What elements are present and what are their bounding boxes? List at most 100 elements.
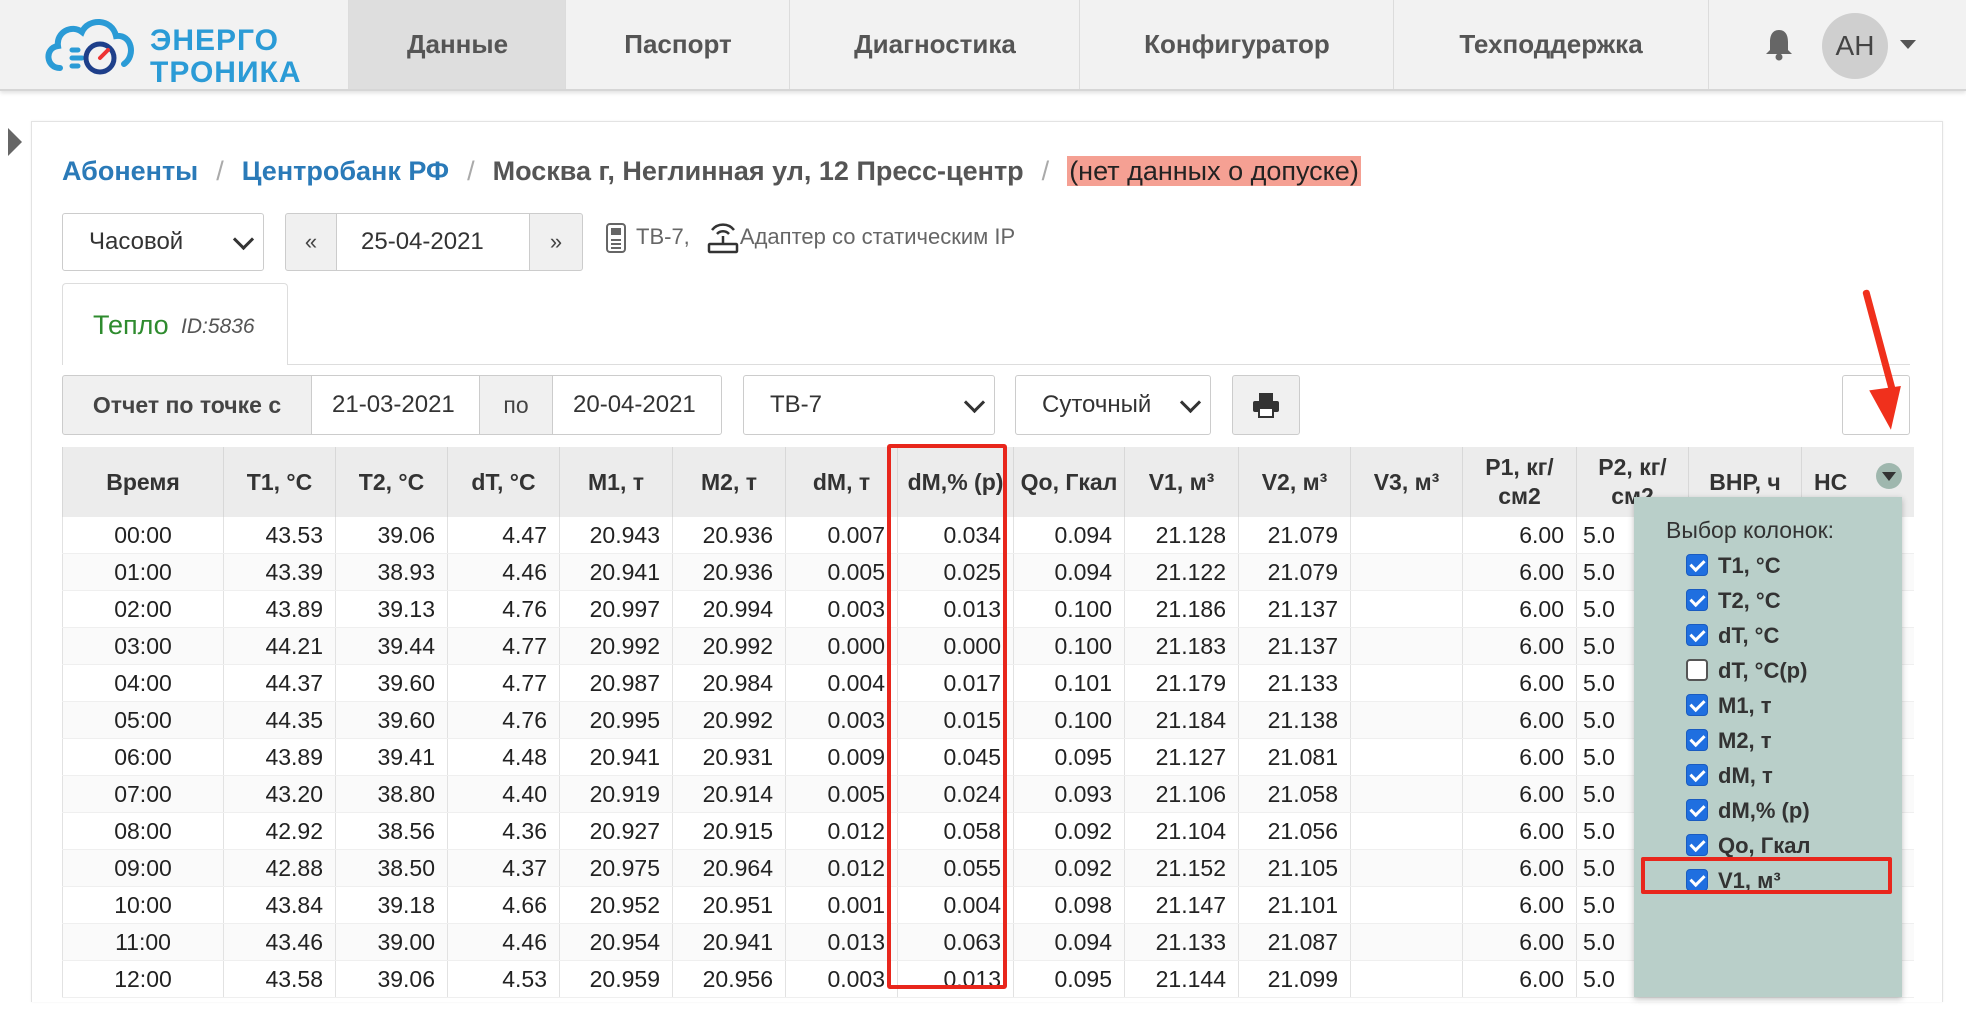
period-select[interactable]: Часовой bbox=[62, 213, 264, 271]
next-date-button[interactable]: » bbox=[529, 213, 583, 271]
table-cell: 20.959 bbox=[559, 960, 673, 998]
column-option[interactable]: T1, °C bbox=[1686, 551, 1781, 581]
table-cell: 0.015 bbox=[897, 701, 1014, 739]
table-cell: 4.77 bbox=[447, 627, 560, 665]
table-cell: 6.00 bbox=[1462, 812, 1577, 850]
nav-diagnostics[interactable]: Диагностика bbox=[789, 0, 1080, 89]
table-cell: 0.003 bbox=[785, 590, 898, 628]
column-option[interactable]: dT, °C bbox=[1686, 621, 1779, 651]
table-cell: 21.122 bbox=[1124, 553, 1239, 591]
column-header-v3[interactable]: V3, м³ bbox=[1350, 447, 1463, 517]
column-header-t2[interactable]: T2, °C bbox=[335, 447, 448, 517]
table-cell: 20.992 bbox=[672, 627, 786, 665]
table-cell: 20.936 bbox=[672, 517, 786, 554]
table-cell: 20.964 bbox=[672, 849, 786, 887]
table-cell: 0.100 bbox=[1013, 701, 1125, 739]
table-cell: 0.000 bbox=[785, 627, 898, 665]
table-cell: 0.004 bbox=[785, 664, 898, 702]
checkbox-checked[interactable] bbox=[1686, 694, 1708, 717]
column-chooser-toggle-icon[interactable] bbox=[1876, 463, 1902, 489]
column-header-qo[interactable]: Qo, Гкал bbox=[1013, 447, 1125, 517]
table-cell: 4.48 bbox=[447, 738, 560, 776]
nav-passport[interactable]: Паспорт bbox=[565, 0, 790, 89]
column-header-dm-percent[interactable]: dM,% (р) bbox=[897, 447, 1014, 517]
bell-icon[interactable] bbox=[1762, 26, 1796, 62]
breadcrumb-org[interactable]: Центробанк РФ bbox=[242, 156, 449, 186]
table-cell bbox=[1350, 553, 1463, 591]
checkbox-checked[interactable] bbox=[1686, 624, 1708, 647]
table-cell: 20.975 bbox=[559, 849, 673, 887]
print-button[interactable] bbox=[1232, 375, 1300, 435]
checkbox-checked[interactable] bbox=[1686, 834, 1708, 857]
column-header-p1[interactable]: P1, кг/ см2 bbox=[1462, 447, 1577, 517]
table-cell: 39.41 bbox=[335, 738, 448, 776]
date-input[interactable]: 25-04-2021 bbox=[336, 213, 530, 271]
column-header-time[interactable]: Время bbox=[62, 447, 224, 517]
report-device-select[interactable]: ТВ-7 bbox=[743, 375, 995, 435]
table-cell: 21.105 bbox=[1238, 849, 1351, 887]
table-cell: 20.951 bbox=[672, 886, 786, 924]
column-option[interactable]: M1, т bbox=[1686, 691, 1772, 721]
column-header-v1[interactable]: V1, м³ bbox=[1124, 447, 1239, 517]
breadcrumb-subscribers[interactable]: Абоненты bbox=[62, 156, 198, 186]
table-cell: 44.21 bbox=[223, 627, 336, 665]
column-option[interactable]: dM, т bbox=[1686, 761, 1773, 791]
table-cell: 21.099 bbox=[1238, 960, 1351, 998]
chevron-down-icon bbox=[232, 228, 255, 251]
nav-support[interactable]: Техподдержка bbox=[1393, 0, 1709, 89]
table-cell: 39.13 bbox=[335, 590, 448, 628]
table-cell: 21.079 bbox=[1238, 517, 1351, 554]
checkbox-unchecked[interactable] bbox=[1686, 659, 1708, 682]
table-cell bbox=[1350, 812, 1463, 850]
column-option[interactable]: dM,% (р) bbox=[1686, 796, 1810, 826]
sidebar-toggle-icon[interactable] bbox=[8, 128, 22, 156]
table-cell: 0.005 bbox=[785, 553, 898, 591]
nav-data[interactable]: Данные bbox=[348, 0, 566, 89]
table-cell: 21.138 bbox=[1238, 701, 1351, 739]
report-from-input[interactable]: 21-03-2021 bbox=[311, 375, 480, 435]
table-cell: 0.012 bbox=[785, 849, 898, 887]
table-cell: 0.094 bbox=[1013, 517, 1125, 554]
column-header-dm[interactable]: dM, т bbox=[785, 447, 898, 517]
table-cell: 20.919 bbox=[559, 775, 673, 813]
user-avatar[interactable]: АН bbox=[1822, 13, 1888, 79]
checkbox-checked[interactable] bbox=[1686, 764, 1708, 787]
column-header-dt[interactable]: dT, °C bbox=[447, 447, 560, 517]
table-cell: 38.93 bbox=[335, 553, 448, 591]
table-cell: 21.133 bbox=[1124, 923, 1239, 961]
column-option[interactable]: M2, т bbox=[1686, 726, 1772, 756]
table-cell: 20.936 bbox=[672, 553, 786, 591]
tab-heat[interactable]: Тепло ID:5836 bbox=[62, 283, 288, 365]
column-header-m2[interactable]: M2, т bbox=[672, 447, 786, 517]
column-option-label: M2, т bbox=[1718, 728, 1772, 753]
checkbox-checked[interactable] bbox=[1686, 554, 1708, 577]
table-cell: 0.094 bbox=[1013, 553, 1125, 591]
table-cell: 10:00 bbox=[62, 886, 224, 924]
column-header-v2[interactable]: V2, м³ bbox=[1238, 447, 1351, 517]
column-option[interactable]: dT, °C(р) bbox=[1686, 656, 1807, 686]
nav-configurator[interactable]: Конфигуратор bbox=[1079, 0, 1394, 89]
report-type-select[interactable]: Суточный bbox=[1015, 375, 1211, 435]
column-option[interactable]: T2, °C bbox=[1686, 586, 1781, 616]
table-cell: 20.952 bbox=[559, 886, 673, 924]
table-cell: 44.37 bbox=[223, 664, 336, 702]
table-cell: 21.104 bbox=[1124, 812, 1239, 850]
checkbox-checked[interactable] bbox=[1686, 799, 1708, 822]
table-cell: 20.927 bbox=[559, 812, 673, 850]
prev-date-button[interactable]: « bbox=[285, 213, 337, 271]
chevron-down-icon[interactable] bbox=[1900, 40, 1916, 49]
column-header-t1[interactable]: T1, °C bbox=[223, 447, 336, 517]
column-header-m1[interactable]: M1, т bbox=[559, 447, 673, 517]
table-cell: 42.88 bbox=[223, 849, 336, 887]
table-cell: 0.101 bbox=[1013, 664, 1125, 702]
table-cell: 6.00 bbox=[1462, 849, 1577, 887]
table-cell: 39.18 bbox=[335, 886, 448, 924]
logo[interactable]: ЭНЕРГО ТРОНИКА bbox=[42, 10, 312, 88]
table-cell bbox=[1350, 923, 1463, 961]
checkbox-checked[interactable] bbox=[1686, 729, 1708, 752]
report-to-input[interactable]: 20-04-2021 bbox=[552, 375, 722, 435]
table-cell: 6.00 bbox=[1462, 590, 1577, 628]
table-cell: 43.39 bbox=[223, 553, 336, 591]
period-select-value: Часовой bbox=[89, 228, 184, 255]
checkbox-checked[interactable] bbox=[1686, 589, 1708, 612]
